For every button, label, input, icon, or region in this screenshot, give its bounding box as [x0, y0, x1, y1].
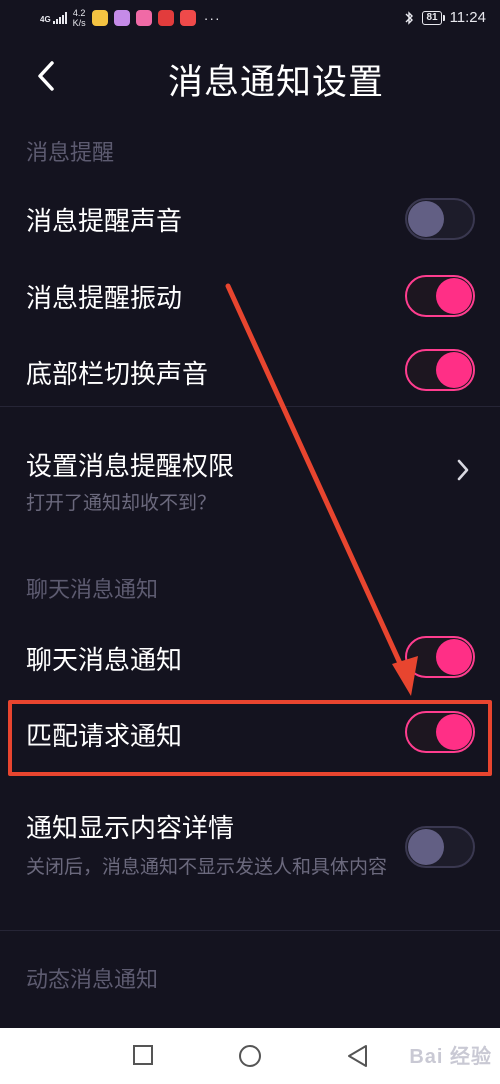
recent-apps-button[interactable] — [132, 1044, 154, 1066]
toggle-knob — [436, 278, 472, 314]
reminder-vibrate-toggle[interactable] — [405, 275, 475, 317]
annotation-highlight-box — [8, 700, 492, 776]
section-header-reminder: 消息提醒 — [26, 141, 115, 166]
section-header-chat: 聊天消息通知 — [26, 578, 159, 603]
tabbar-sound-label: 底部栏切换声音 — [26, 360, 209, 390]
notification-app-icon — [157, 10, 174, 26]
home-button[interactable] — [238, 1044, 262, 1068]
notification-app-icon — [113, 10, 130, 26]
notification-app-icon — [135, 10, 152, 26]
system-nav-bar: Bai 经验 — [0, 1028, 500, 1084]
section-header-dynamic: 动态消息通知 — [26, 968, 159, 993]
page-title: 消息通知设置 — [167, 63, 384, 103]
status-left: 4G 4.2 K/s ··· — [40, 8, 221, 28]
chevron-right-icon — [457, 459, 469, 481]
network-type: 4G — [40, 15, 51, 24]
divider — [0, 930, 500, 931]
show-details-toggle[interactable] — [405, 826, 475, 868]
permission-desc: 打开了通知却收不到？ — [26, 492, 217, 514]
toggle-knob — [408, 201, 444, 237]
status-bar: 4G 4.2 K/s ··· 81 11:24 — [0, 0, 500, 38]
back-nav-button[interactable] — [346, 1044, 368, 1068]
network-speed: 4.2 K/s — [72, 8, 86, 28]
watermark-logo: Bai 经验 — [409, 1046, 492, 1068]
reminder-vibrate-label: 消息提醒振动 — [26, 284, 183, 314]
reminder-sound-label: 消息提醒声音 — [26, 207, 183, 237]
bluetooth-icon — [405, 10, 414, 25]
cell-signal: 4G — [40, 12, 67, 24]
divider — [0, 406, 500, 407]
signal-bars-icon — [52, 12, 67, 24]
chat-notify-label: 聊天消息通知 — [26, 646, 183, 676]
nav-header: 消息通知设置 — [0, 42, 500, 114]
tabbar-sound-toggle[interactable] — [405, 349, 475, 391]
reminder-sound-toggle[interactable] — [405, 198, 475, 240]
toggle-knob — [436, 352, 472, 388]
toggle-knob — [436, 639, 472, 675]
more-notifications-icon: ··· — [203, 10, 221, 26]
notification-app-icon — [179, 10, 196, 26]
permission-label: 设置消息提醒权限 — [26, 452, 235, 482]
battery-icon: 81 — [422, 10, 445, 25]
chat-notify-toggle[interactable] — [405, 636, 475, 678]
notification-app-icon — [91, 10, 108, 26]
status-right: 81 11:24 — [404, 9, 486, 26]
toggle-knob — [408, 829, 444, 865]
status-time: 11:24 — [449, 9, 486, 26]
show-details-label: 通知显示内容详情 — [26, 814, 235, 844]
